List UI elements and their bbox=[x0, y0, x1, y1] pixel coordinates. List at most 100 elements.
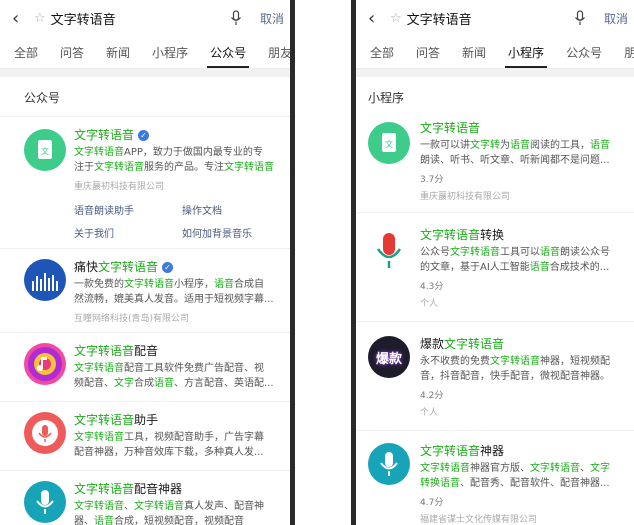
description-line: 的文章，基于AI人工智能语音合成技术的... bbox=[420, 260, 628, 275]
panel-edge bbox=[290, 0, 295, 525]
result-company: 互瞳网络科技(青岛)有限公司 bbox=[74, 314, 190, 324]
result-company: 福建省谋士文化传媒有限公司 bbox=[420, 515, 538, 525]
tab-mini-programs[interactable]: 小程序 bbox=[505, 44, 548, 68]
text-segment: 合成 bbox=[134, 378, 154, 389]
result-company: 重庆蕞初科技有限公司 bbox=[74, 182, 165, 192]
tab-official-accounts[interactable]: 公众号 bbox=[566, 44, 602, 68]
tab-news[interactable]: 新闻 bbox=[106, 44, 130, 68]
search-tabs: 全部 问答 新闻 小程序 公众号 朋友 bbox=[0, 36, 290, 69]
star-icon[interactable]: ☆ bbox=[390, 11, 402, 26]
highlighted-text: 文字转语音 bbox=[450, 247, 500, 258]
description-line: 器、语音合成，短视频配音，视频配音 bbox=[74, 514, 284, 525]
link-about-us[interactable]: 关于我们 bbox=[74, 225, 182, 240]
text-segment: 配音工具软件免费广告配音、视 bbox=[124, 363, 264, 374]
text-segment: 、方言配音、英语配... bbox=[174, 378, 274, 389]
search-input[interactable]: 文字转语音 bbox=[407, 9, 574, 28]
tab-official-accounts[interactable]: 公众号 bbox=[207, 44, 250, 68]
result-company: 个人 bbox=[420, 299, 439, 309]
highlighted-text: 文字转语音 bbox=[530, 463, 580, 474]
text-segment: 然流畅，媲美真人发音。适用于短视频字幕... bbox=[74, 294, 274, 305]
account-result[interactable]: 文字转语音配音神器 文字转语音、文字转语音真人发声、配音神 器、语音合成，短视频配… bbox=[0, 471, 290, 525]
avatar bbox=[368, 229, 410, 271]
highlighted-text: 文字 bbox=[590, 463, 610, 474]
text-segment: 工具，视频配音助手，广告字幕 bbox=[124, 432, 264, 443]
highlighted-text: 语音 bbox=[154, 378, 174, 389]
rating: 4.2分 bbox=[420, 391, 444, 401]
account-result[interactable]: 文字转语音配音 文字转语音配音工具软件免费广告配音、视 频配音、文字合成语音、方言… bbox=[0, 333, 290, 401]
description-line: 一款免费的文字转语音小程序，语音合成自 bbox=[74, 277, 284, 292]
link-reading-assistant[interactable]: 语音朗读助手 bbox=[74, 202, 182, 217]
tab-mini-programs[interactable]: 小程序 bbox=[152, 44, 188, 68]
section-title: 公众号 bbox=[0, 77, 290, 117]
account-result[interactable]: 文字转语音助手 文字转语音工具，视频配音助手，广告字幕配音神器，万种音效库下载，… bbox=[0, 402, 290, 470]
result-title: 文字转语音配音神器 bbox=[74, 481, 284, 497]
highlighted-text: 转换语音 bbox=[420, 478, 460, 489]
highlighted-text: 语音 bbox=[214, 279, 234, 290]
text-segment: 、 bbox=[124, 501, 134, 512]
text-segment: 永不收费的免费 bbox=[420, 356, 490, 367]
tab-all[interactable]: 全部 bbox=[370, 44, 394, 68]
description-line: 转换语音、配音秀、配音软件、配音神器... bbox=[420, 476, 628, 491]
description-line: 音，抖音配音，快手配音，微视配音神器。 bbox=[420, 369, 628, 384]
tab-friends[interactable]: 朋友 bbox=[624, 44, 634, 68]
highlighted-text: 文字转语音 bbox=[74, 413, 135, 427]
microphone-icon[interactable] bbox=[574, 10, 586, 26]
section-title: 小程序 bbox=[368, 91, 405, 105]
highlighted-text: 文字转语音 bbox=[420, 444, 481, 458]
tab-qa[interactable]: 问答 bbox=[416, 44, 440, 68]
cancel-button[interactable]: 取消 bbox=[260, 10, 284, 27]
avatar bbox=[368, 443, 410, 485]
search-tabs: 全部 问答 新闻 小程序 公众号 朋友 bbox=[356, 36, 634, 69]
text-segment: 配音神器，万种音效库下载，多种真人发... bbox=[74, 447, 264, 458]
star-icon[interactable]: ☆ bbox=[34, 11, 46, 26]
back-arrow-icon[interactable]: ‹ bbox=[368, 8, 384, 29]
text-segment: 频配音、 bbox=[74, 378, 114, 389]
highlighted-text: 文字转语音 bbox=[490, 356, 540, 367]
document-sound-icon: 文 bbox=[382, 133, 396, 152]
account-result[interactable]: 痛快文字转语音 ✓ 一款免费的文字转语音小程序，语音合成自然流畅，媲美真人发音。适… bbox=[0, 249, 290, 332]
highlighted-text: 文字转语音 bbox=[98, 260, 159, 274]
mini-program-result[interactable]: 爆款 爆款文字转语音 永不收费的免费文字转语音神器，短视频配音，抖音配音，快手配… bbox=[356, 322, 634, 430]
avatar-text: 爆款 bbox=[375, 351, 402, 367]
cancel-button[interactable]: 取消 bbox=[604, 10, 628, 27]
result-title: 痛快文字转语音 ✓ bbox=[74, 259, 284, 275]
result-company: 个人 bbox=[420, 408, 439, 418]
result-title: 文字转语音助手 bbox=[74, 412, 284, 428]
text-segment: 音，抖音配音，快手配音，微视配音神器。 bbox=[420, 371, 610, 382]
mini-program-result[interactable]: 文字转语音神器 文字转语音神器官方版、文字转语音、文字 转换语音、配音秀、配音软件… bbox=[356, 431, 634, 525]
soundwave-icon bbox=[32, 273, 58, 291]
tab-news[interactable]: 新闻 bbox=[462, 44, 486, 68]
music-note-icon bbox=[28, 347, 62, 381]
mini-program-result[interactable]: 文 文字转语音 一款可以讲文字转为语音阅读的工具，语音 朗读、听书、听文章、听新闻… bbox=[356, 116, 634, 212]
text-segment: 神器，短视频配 bbox=[540, 356, 610, 367]
mini-program-result[interactable]: 文字转语音转换 公众号文字转语音工具可以语音朗读公众号 的文章，基于AI人工智能语… bbox=[356, 213, 634, 321]
highlighted-text: 文字转语音 bbox=[420, 228, 481, 242]
highlighted-text: 文字转语音 bbox=[224, 162, 274, 173]
tab-all[interactable]: 全部 bbox=[14, 44, 38, 68]
account-result[interactable]: 文 文字转语音 ✓ 文字转语音APP，致力于做国内最专业的专 注于文字转语音服务的产… bbox=[0, 117, 290, 192]
highlighted-text: 文字转语音 bbox=[74, 363, 124, 374]
section-gap bbox=[356, 69, 634, 77]
tab-friends[interactable]: 朋友 bbox=[268, 44, 290, 68]
text-segment: 工具可以 bbox=[500, 247, 540, 258]
text-segment: 神器官方版、 bbox=[470, 463, 530, 474]
microphone-icon[interactable] bbox=[230, 10, 242, 26]
back-arrow-icon[interactable]: ‹ bbox=[12, 8, 28, 29]
description-line: 文字转语音神器官方版、文字转语音、文字 bbox=[420, 461, 628, 476]
highlighted-text: 文字转 bbox=[470, 140, 500, 151]
avatar bbox=[24, 343, 66, 385]
result-title: 爆款文字转语音 bbox=[420, 336, 628, 352]
result-description: 一款免费的文字转语音小程序，语音合成自然流畅，媲美真人发音。适用于短视频字幕..… bbox=[74, 277, 284, 307]
link-add-bgm[interactable]: 如何加背景音乐 bbox=[182, 225, 290, 240]
result-title: 文字转语音神器 bbox=[420, 443, 628, 459]
tab-qa[interactable]: 问答 bbox=[60, 44, 84, 68]
highlighted-text: 语音 bbox=[94, 516, 114, 525]
verified-icon: ✓ bbox=[162, 262, 174, 273]
highlighted-text: 文字转语音 bbox=[134, 501, 184, 512]
text-segment: 、 bbox=[580, 463, 590, 474]
highlighted-text: 文字转语音 bbox=[74, 128, 135, 142]
link-docs[interactable]: 操作文档 bbox=[182, 202, 290, 217]
highlighted-text: 文字转语音 bbox=[124, 279, 174, 290]
avatar: 文 bbox=[24, 129, 66, 171]
search-input[interactable]: 文字转语音 bbox=[51, 9, 230, 28]
